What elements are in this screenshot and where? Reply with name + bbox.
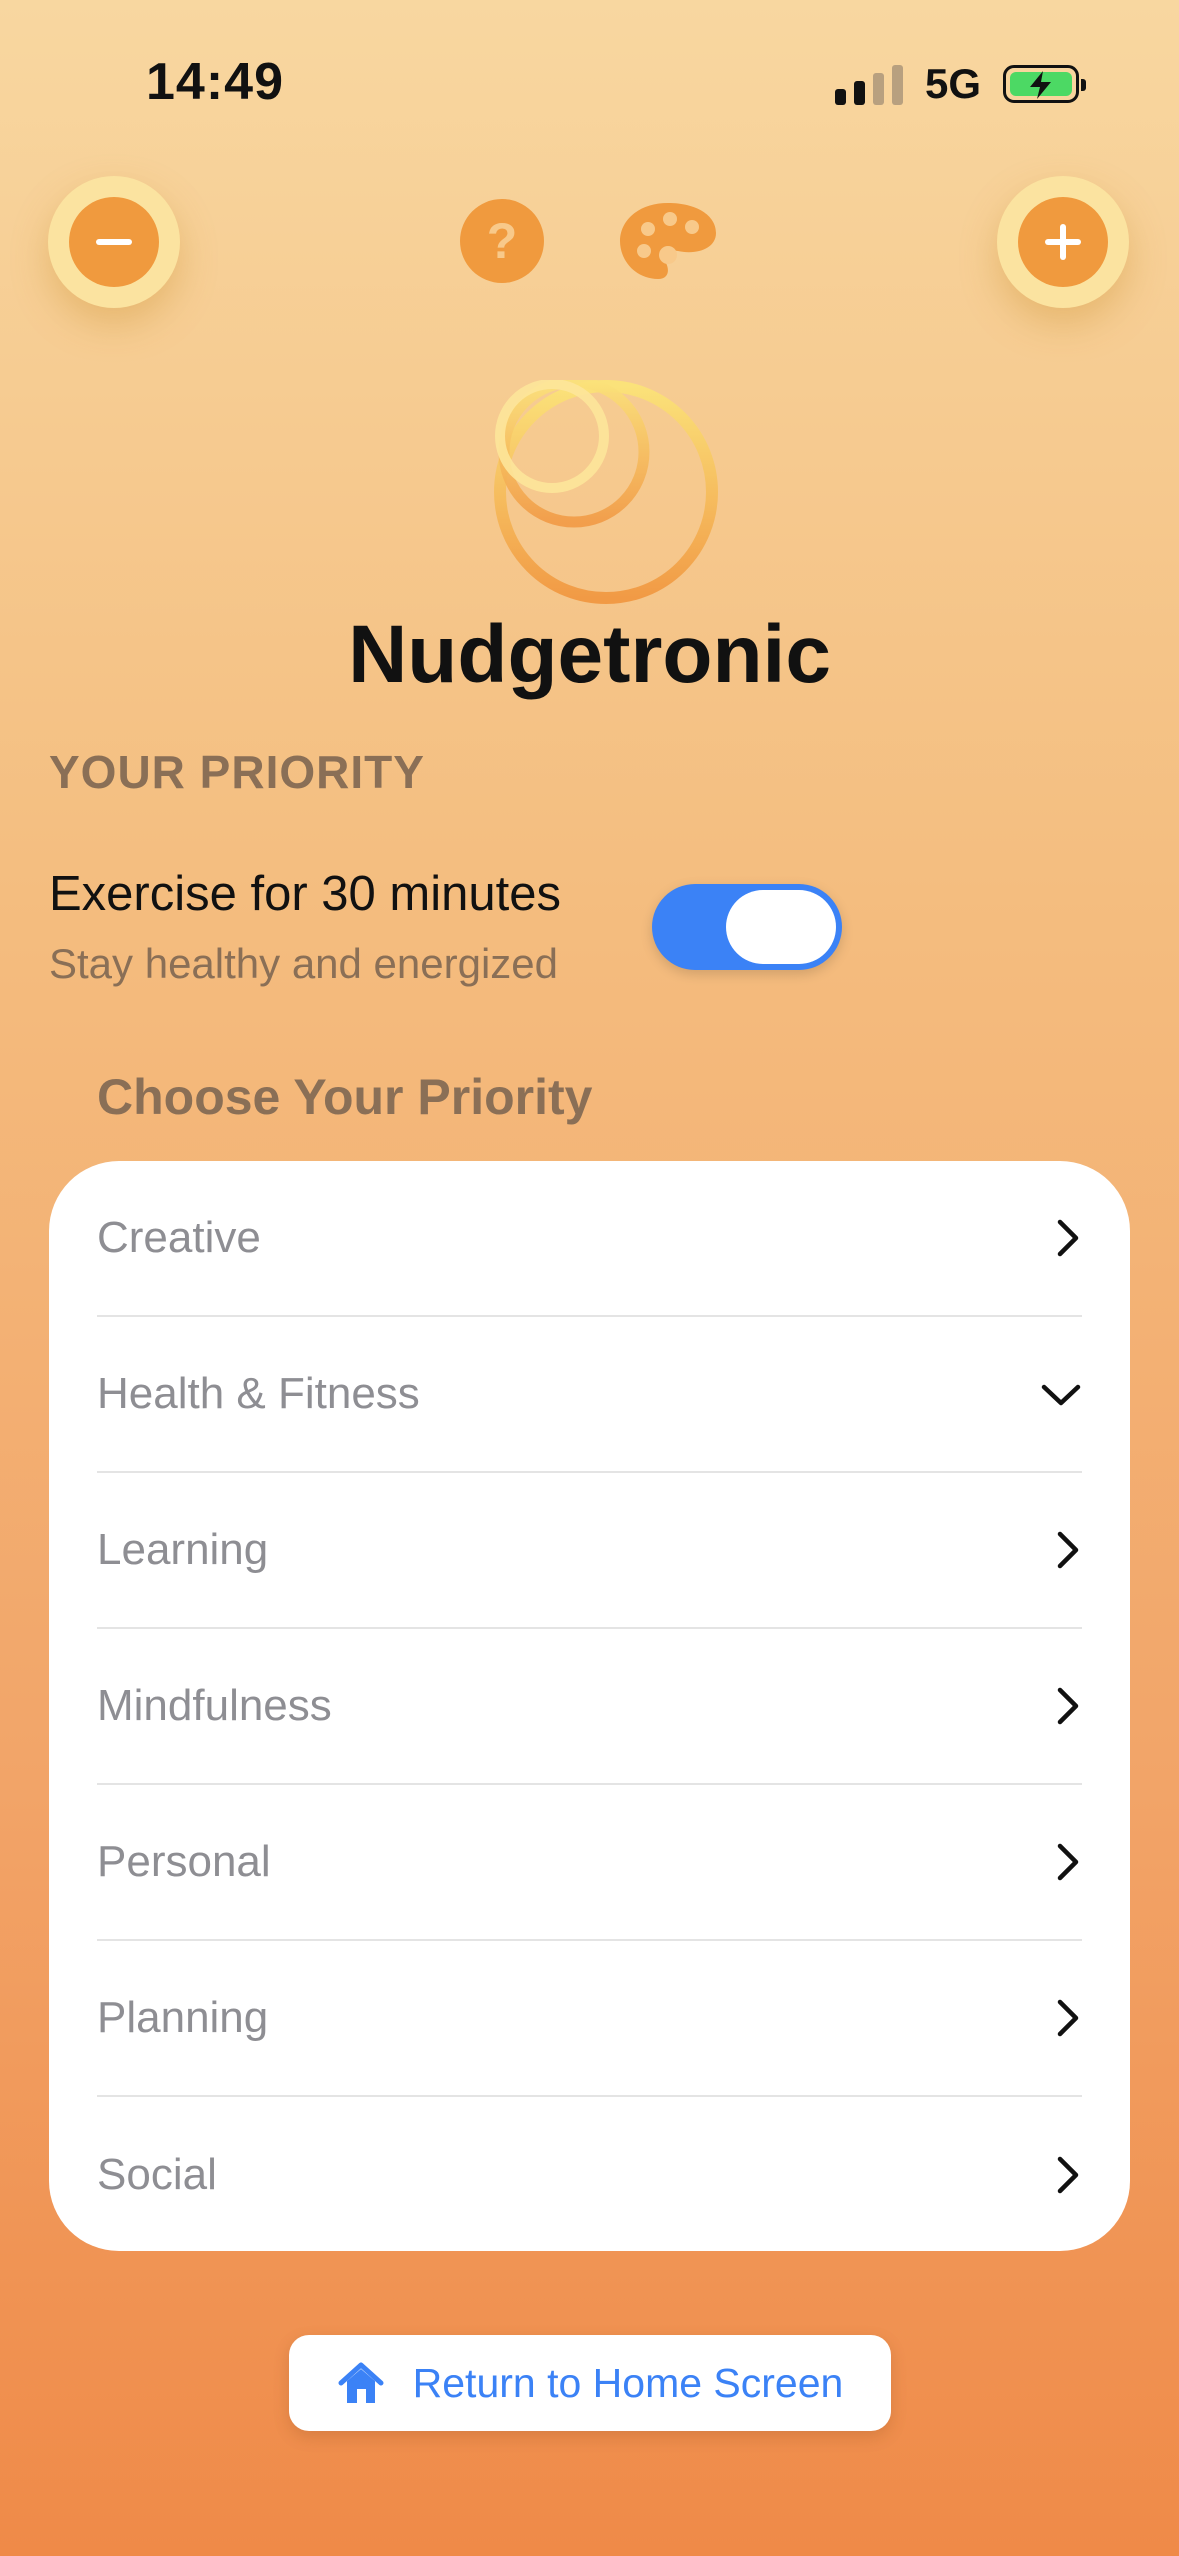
category-label: Creative xyxy=(97,1213,261,1262)
app-title: Nudgetronic xyxy=(348,609,831,700)
question-icon: ? xyxy=(460,199,544,283)
category-label: Personal xyxy=(97,1837,271,1886)
priority-title: Exercise for 30 minutes xyxy=(49,867,561,921)
choose-priority-heading: Choose Your Priority xyxy=(97,1069,593,1125)
category-row-learning[interactable]: Learning xyxy=(97,1473,1082,1629)
palette-icon xyxy=(620,203,716,279)
chevron-right-icon xyxy=(1057,1843,1079,1881)
category-row-personal[interactable]: Personal xyxy=(97,1785,1082,1941)
category-label: Health & Fitness xyxy=(97,1369,420,1418)
category-label: Social xyxy=(97,2150,217,2199)
chevron-down-icon xyxy=(1041,1384,1081,1406)
theme-button[interactable] xyxy=(618,198,718,284)
plus-circle-icon xyxy=(1045,224,1081,260)
add-button[interactable] xyxy=(997,176,1129,308)
chevron-right-icon xyxy=(1057,2156,1079,2194)
status-time: 14:49 xyxy=(146,53,284,111)
category-row-social[interactable]: Social xyxy=(97,2097,1082,2253)
help-button[interactable]: ? xyxy=(459,198,545,284)
svg-text:?: ? xyxy=(487,213,518,269)
return-home-button[interactable]: Return to Home Screen xyxy=(289,2335,891,2431)
battery-icon xyxy=(1003,65,1086,103)
category-label: Mindfulness xyxy=(97,1681,332,1730)
category-list: Creative Health & Fitness Learning Mindf… xyxy=(49,1161,1130,2251)
remove-button[interactable] xyxy=(48,176,180,308)
your-priority-label: YOUR PRIORITY xyxy=(49,746,425,798)
category-label: Learning xyxy=(97,1525,269,1574)
return-home-label: Return to Home Screen xyxy=(412,2359,844,2406)
house-icon xyxy=(338,2362,384,2403)
category-row-health-fitness[interactable]: Health & Fitness xyxy=(97,1317,1082,1473)
chevron-right-icon xyxy=(1057,1687,1079,1725)
signal-icon xyxy=(834,63,903,105)
category-label: Planning xyxy=(97,1993,269,2042)
priority-subtitle: Stay healthy and energized xyxy=(49,940,559,987)
status-indicators: 5G xyxy=(834,60,1086,108)
chevron-right-icon xyxy=(1057,1531,1079,1569)
minus-circle-icon xyxy=(96,239,132,245)
category-row-mindfulness[interactable]: Mindfulness xyxy=(97,1629,1082,1785)
category-row-planning[interactable]: Planning xyxy=(97,1941,1082,2097)
toggle-knob xyxy=(726,890,836,964)
app-logo-rings xyxy=(494,380,718,604)
network-label: 5G xyxy=(924,60,981,107)
priority-toggle[interactable] xyxy=(652,884,842,970)
chevron-right-icon xyxy=(1057,1999,1079,2037)
chevron-right-icon xyxy=(1057,1219,1079,1257)
category-row-creative[interactable]: Creative xyxy=(97,1161,1082,1317)
